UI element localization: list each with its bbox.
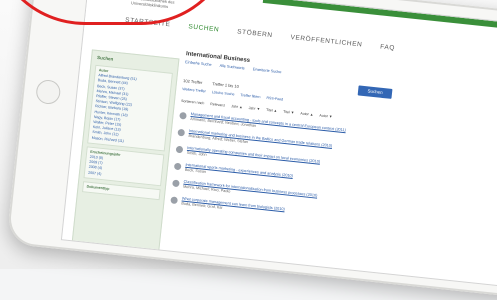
simple-search-link[interactable]: Einfache Suche xyxy=(185,60,212,67)
document-icon xyxy=(170,196,178,205)
sort-option[interactable]: Jahr ▲ xyxy=(231,104,243,109)
home-button xyxy=(35,78,62,106)
sort-option[interactable]: Titel ▼ xyxy=(283,110,295,115)
document-icon xyxy=(177,128,186,137)
nav-stoebern[interactable]: STÖBERN xyxy=(237,28,273,39)
sort-label: Sortieren nach xyxy=(180,98,205,106)
tablet-screen: Hochschulbibliothek des Universitätsklin… xyxy=(60,0,497,291)
facet-sidebar: Suchen Autor Alfred Brandenburg (51) Bud… xyxy=(70,49,180,260)
rss-link[interactable]: RSS-Feed xyxy=(266,96,283,102)
sort-option[interactable]: Titel ▲ xyxy=(266,108,278,113)
hit-count: 102 Treffer xyxy=(182,78,203,86)
action-link[interactable]: Treffer filtern xyxy=(240,93,260,99)
sort-option[interactable]: Jahr ▼ xyxy=(248,106,260,111)
document-icon xyxy=(179,111,187,120)
document-icon xyxy=(173,162,182,171)
year-facet: Erscheinungsjahr 2010 (8) 2009 (7) 2008 … xyxy=(83,146,165,187)
main-nav: STARTSEITE SUCHEN STÖBERN VERÖFFENTLICHE… xyxy=(125,17,395,52)
action-link[interactable]: Weitere Treffer xyxy=(182,87,206,93)
search-results-area: International Business Einfache Suche Al… xyxy=(164,51,497,290)
nav-faq[interactable]: FAQ xyxy=(380,43,395,52)
sort-option[interactable]: Autor ▼ xyxy=(319,113,333,118)
document-icon xyxy=(172,179,180,188)
all-words-link[interactable]: Alle Suchworte xyxy=(219,64,245,71)
hit-range: Treffer 1 bis 10 xyxy=(212,81,240,89)
tablet-device: Hochschulbibliothek des Universitätsklin… xyxy=(6,0,497,300)
author-facet: Autor Alfred Brandenburg (51) Buda, Benn… xyxy=(87,64,173,152)
action-link[interactable]: Lösche Suche xyxy=(212,90,235,96)
nav-suchen[interactable]: SUCHEN xyxy=(188,23,220,33)
advanced-search-link[interactable]: Erweiterte Suche xyxy=(252,67,281,74)
sort-option[interactable]: Relevanz xyxy=(210,102,225,108)
nav-veroeffentlichen[interactable]: VERÖFFENTLICHEN xyxy=(290,34,363,49)
type-facet-heading: Dokumenttyp xyxy=(86,184,110,191)
header-accent-bar xyxy=(262,0,497,36)
sort-option[interactable]: Autor ▲ xyxy=(300,111,314,116)
photo-background: Hochschulbibliothek des Universitätsklin… xyxy=(0,0,497,300)
document-icon xyxy=(175,145,184,154)
